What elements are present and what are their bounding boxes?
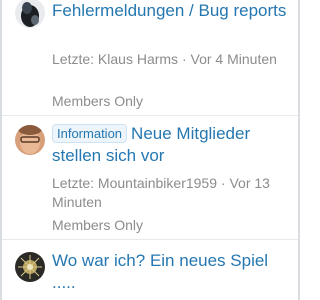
divider bbox=[2, 115, 298, 116]
last-post-time-link[interactable]: Vor 4 Minuten bbox=[191, 51, 277, 67]
avatar-image bbox=[15, 0, 45, 28]
meta-prefix: Letzte: bbox=[52, 175, 98, 191]
last-poster-link[interactable]: Klaus Harms bbox=[98, 51, 178, 67]
last-poster-link[interactable]: Mountainbiker1959 bbox=[98, 175, 217, 191]
meta-separator: · bbox=[217, 175, 230, 191]
thread-title-link[interactable]: Wo war ich? Ein neues Spiel ..... bbox=[52, 251, 268, 292]
avatar-image bbox=[15, 252, 45, 282]
thread-title: Wo war ich? Ein neues Spiel ..... bbox=[52, 250, 292, 294]
access-badge: Members Only bbox=[52, 217, 144, 233]
thread-meta: Letzte: Mountainbiker1959 · Vor 13 Minut… bbox=[52, 174, 292, 212]
thread-meta: Letzte: Klaus Harms · Vor 4 Minuten bbox=[52, 50, 292, 69]
thread-title: Information Neue Mitglieder stellen sich … bbox=[52, 123, 292, 167]
thread-item: Wo war ich? Ein neues Spiel ..... bbox=[0, 244, 300, 300]
avatar-mountainbiker1959[interactable] bbox=[15, 125, 45, 155]
meta-prefix: Letzte: bbox=[52, 51, 98, 67]
avatar-thread-starter[interactable] bbox=[15, 252, 45, 282]
thread-item: Fehlermeldungen / Bug reports Letzte: Kl… bbox=[0, 0, 300, 116]
access-badge: Members Only bbox=[52, 93, 144, 109]
thread-title: Fehlermeldungen / Bug reports bbox=[52, 0, 292, 22]
thread-list-panel: Fehlermeldungen / Bug reports Letzte: Kl… bbox=[0, 0, 300, 300]
divider bbox=[2, 239, 298, 240]
avatar-image bbox=[15, 125, 45, 155]
avatar-klaus-harms[interactable] bbox=[15, 0, 45, 28]
meta-separator: · bbox=[178, 51, 191, 67]
thread-item: Information Neue Mitglieder stellen sich … bbox=[0, 120, 300, 236]
prefix-label-information[interactable]: Information bbox=[52, 124, 128, 143]
thread-title-link[interactable]: Fehlermeldungen / Bug reports bbox=[52, 1, 286, 20]
